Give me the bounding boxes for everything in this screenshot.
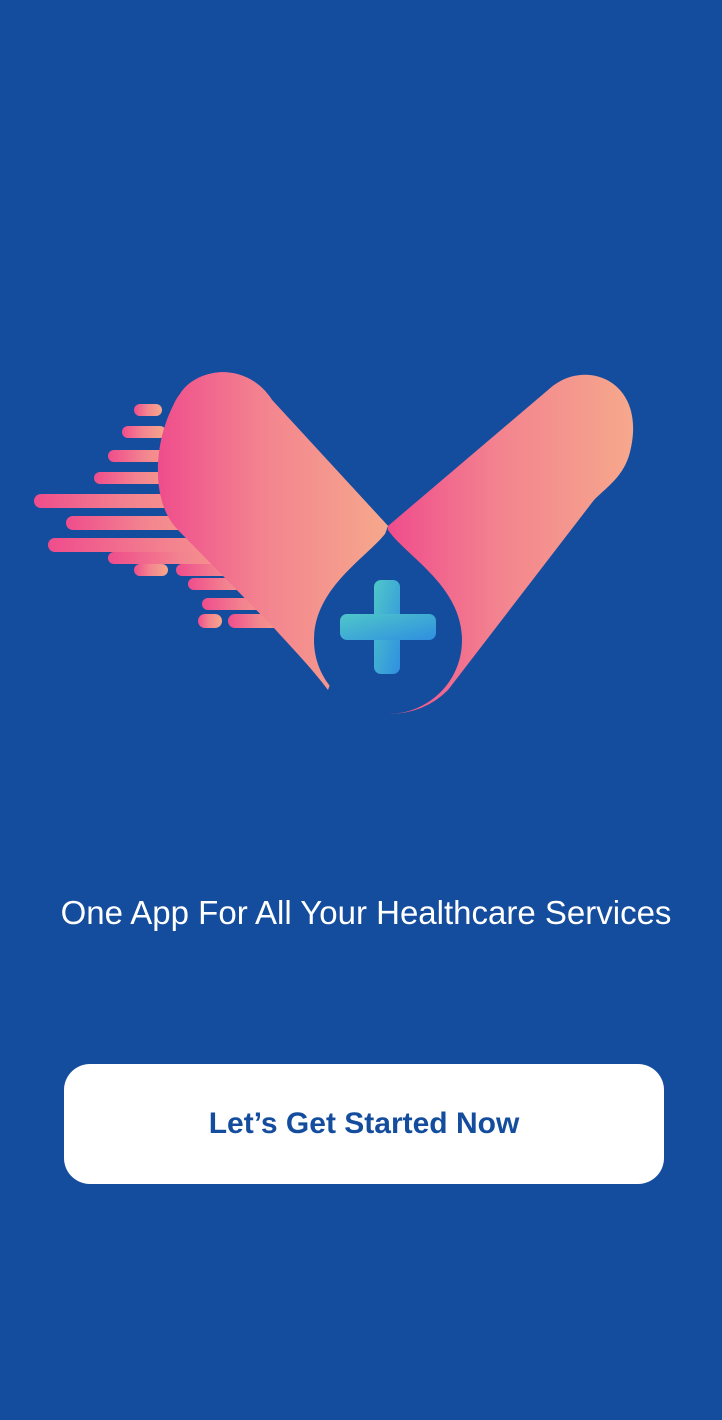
tagline: One App For All Your Healthcare Services: [60, 894, 672, 931]
medical-cross-heart-logo-icon: [34, 372, 634, 714]
get-started-button[interactable]: Let’s Get Started Now: [64, 1064, 664, 1184]
get-started-button-label: Let’s Get Started Now: [208, 1107, 520, 1140]
cross-horizontal: [340, 614, 436, 640]
welcome-screen: One App For All Your Healthcare Services…: [0, 0, 722, 1420]
